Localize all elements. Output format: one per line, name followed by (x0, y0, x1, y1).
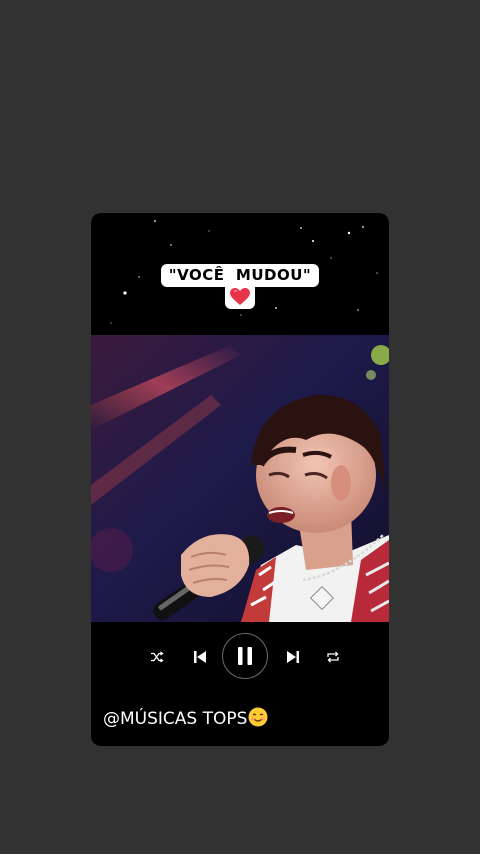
next-icon (287, 651, 299, 663)
previous-button[interactable] (190, 647, 210, 667)
smiling-face-icon (248, 707, 268, 732)
account-handle: @MÚSICAS TOPS (103, 707, 268, 732)
player-controls (91, 633, 389, 681)
pause-icon (238, 647, 252, 665)
previous-icon (194, 651, 206, 663)
shuffle-button[interactable] (148, 648, 166, 666)
heart-sticker (225, 285, 255, 309)
song-title-sticker: "VOCÊ MUDOU" (91, 264, 389, 309)
handle-text: @MÚSICAS TOPS (103, 709, 248, 729)
repeat-button[interactable] (324, 648, 342, 666)
pause-button[interactable] (222, 633, 268, 679)
singer-video-image (91, 335, 389, 622)
video-frame[interactable] (91, 335, 389, 622)
next-button[interactable] (283, 647, 303, 667)
song-title: "VOCÊ MUDOU" (160, 264, 320, 287)
repeat-icon (327, 651, 339, 663)
story-card: "VOCÊ MUDOU" @MÚSICAS TOPS (91, 213, 389, 746)
heart-icon (230, 288, 250, 305)
shuffle-icon (151, 651, 164, 663)
